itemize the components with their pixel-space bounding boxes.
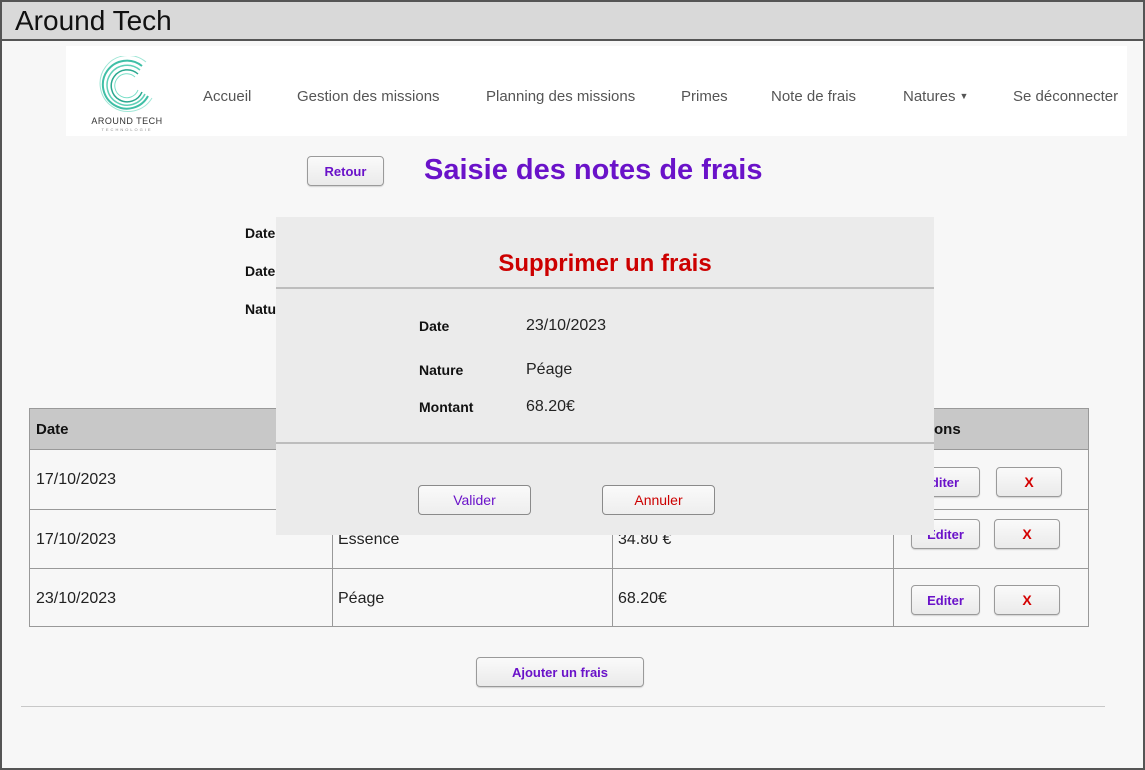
row1-delete-button[interactable]: X	[996, 467, 1062, 497]
app-window: Around Tech AROUND TECH TECHNOLOGIE Accu…	[0, 0, 1145, 770]
logo[interactable]: AROUND TECH TECHNOLOGIE	[86, 56, 168, 132]
modal-value-date: 23/10/2023	[526, 317, 607, 334]
nav-accueil[interactable]: Accueil	[203, 88, 251, 105]
row2-delete-button[interactable]: X	[994, 519, 1060, 549]
back-button[interactable]: Retour	[307, 156, 384, 186]
form-label-date-2: Date	[245, 263, 276, 279]
modal-value-montant: 68.20€	[526, 398, 575, 415]
nav-natures-label: Natures	[903, 88, 956, 105]
header-date: Date	[36, 421, 69, 438]
nav-logout[interactable]: Se déconnecter	[1013, 88, 1118, 105]
nav-natures-dropdown[interactable]: Natures ▼	[903, 88, 968, 105]
caret-down-icon: ▼	[959, 91, 969, 101]
nav-gestion-missions[interactable]: Gestion des missions	[297, 88, 440, 105]
modal-label-date: Date	[419, 318, 450, 334]
modal-label-nature: Nature	[419, 362, 464, 378]
cancel-button[interactable]: Annuler	[602, 485, 715, 515]
row1-date: 17/10/2023	[36, 471, 117, 488]
nav-note-de-frais[interactable]: Note de frais	[771, 88, 856, 105]
window-title: Around Tech	[15, 5, 172, 36]
modal-header-divider	[276, 287, 934, 289]
row3-montant: 68.20€	[618, 590, 667, 607]
form-label-date: Date	[245, 225, 276, 241]
form-label-nature: Natu	[245, 301, 277, 317]
nav-planning-missions[interactable]: Planning des missions	[486, 88, 635, 105]
nav-primes[interactable]: Primes	[681, 88, 728, 105]
row3-delete-button[interactable]: X	[994, 585, 1060, 615]
add-expense-button[interactable]: Ajouter un frais	[476, 657, 644, 687]
modal-value-nature: Péage	[526, 361, 573, 378]
row-divider	[30, 568, 1088, 569]
modal-label-montant: Montant	[419, 399, 474, 415]
header-actions: ons	[934, 421, 961, 438]
modal-footer-divider	[276, 442, 934, 444]
row2-date: 17/10/2023	[36, 531, 117, 548]
navbar: AROUND TECH TECHNOLOGIE Accueil Gestion …	[66, 46, 1127, 136]
delete-expense-modal: Supprimer un frais Date 23/10/2023 Natur…	[276, 217, 934, 535]
row3-edit-button[interactable]: Editer	[911, 585, 980, 615]
bottom-divider	[21, 706, 1105, 707]
page-title: Saisie des notes de frais	[424, 154, 763, 186]
logo-swirl-icon	[99, 56, 153, 112]
row3-date: 23/10/2023	[36, 590, 117, 607]
title-bar: Around Tech	[2, 2, 1143, 41]
confirm-button[interactable]: Valider	[418, 485, 531, 515]
logo-name: AROUND TECH	[91, 116, 163, 126]
modal-title: Supprimer un frais	[498, 250, 712, 277]
row3-nature: Péage	[338, 590, 385, 607]
logo-subtitle: TECHNOLOGIE	[101, 127, 153, 132]
